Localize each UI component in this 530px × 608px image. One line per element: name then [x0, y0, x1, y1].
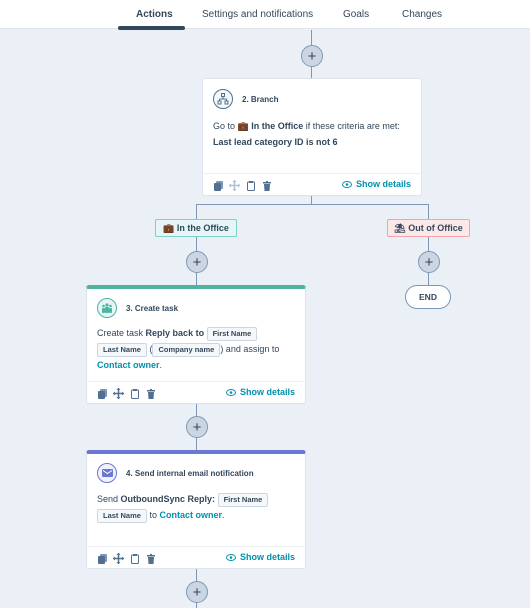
- add-action-button[interactable]: +: [301, 45, 323, 67]
- add-action-button[interactable]: +: [418, 251, 440, 273]
- delete-icon[interactable]: [145, 388, 156, 399]
- connector-line: [311, 196, 312, 204]
- card-footer: Show details: [203, 173, 421, 195]
- show-details-label: Show details: [239, 552, 295, 562]
- card-description: Go to 💼 In the Office if these criteria …: [213, 119, 413, 150]
- personalization-token: First Name: [206, 327, 258, 341]
- eye-icon: [225, 553, 236, 561]
- personalization-token: Company name: [152, 343, 221, 357]
- branch-label-out-of-office[interactable]: ⛱ Out of Office: [387, 219, 470, 237]
- tab-bar: Actions Settings and notifications Goals…: [0, 0, 530, 30]
- show-details-button[interactable]: Show details: [341, 179, 411, 189]
- tab-settings-and-notifications[interactable]: Settings and notifications: [202, 9, 313, 20]
- branch-name: In the Office: [251, 121, 304, 131]
- add-action-button[interactable]: +: [186, 581, 208, 603]
- branch-label-text: In the Office: [176, 223, 229, 233]
- connector-line: [196, 204, 197, 286]
- end-node: END: [405, 285, 451, 309]
- tab-actions[interactable]: Actions: [136, 9, 173, 20]
- move-icon[interactable]: [113, 553, 124, 564]
- branch-icon: [213, 89, 233, 109]
- send-email-action-card[interactable]: 4. Send internal email notification Send…: [86, 450, 306, 569]
- text: Go to: [213, 121, 236, 131]
- branch-label-text: Out of Office: [408, 223, 463, 233]
- briefcase-icon: 💼: [237, 121, 249, 131]
- task-icon: [97, 298, 117, 318]
- copy-icon[interactable]: [129, 388, 140, 399]
- card-footer: Show details: [87, 546, 305, 568]
- delete-icon[interactable]: [145, 553, 156, 564]
- text: .: [159, 360, 163, 370]
- personalization-token: Last Name: [97, 343, 147, 357]
- copy-icon[interactable]: [129, 553, 140, 564]
- connector-line: [428, 273, 429, 285]
- card-description: Create task Reply back to First Name Las…: [97, 326, 297, 374]
- text: Send: [97, 494, 119, 504]
- eye-icon: [225, 388, 236, 396]
- show-details-label: Show details: [355, 179, 411, 189]
- text: ) and assign to: [220, 344, 280, 354]
- branch-label-in-the-office[interactable]: 💼 In the Office: [155, 219, 237, 237]
- card-footer: Show details: [87, 381, 305, 403]
- contact-owner-link[interactable]: Contact owner: [159, 510, 222, 520]
- contact-owner-link[interactable]: Contact owner: [97, 360, 160, 370]
- email-name: OutboundSync Reply:: [120, 494, 216, 504]
- clone-icon[interactable]: [97, 553, 108, 564]
- branch-split-line: [196, 204, 428, 205]
- move-icon[interactable]: [113, 388, 124, 399]
- show-details-button[interactable]: Show details: [225, 387, 295, 397]
- branch-criteria: Last lead category ID is not 6: [213, 136, 338, 147]
- text: Create task: [97, 328, 144, 338]
- create-task-action-card[interactable]: 3. Create task Create task Reply back to…: [86, 285, 306, 404]
- card-description: Send OutboundSync Reply: First Name Last…: [97, 492, 297, 524]
- tab-changes[interactable]: Changes: [402, 9, 442, 20]
- clone-icon[interactable]: [97, 388, 108, 399]
- branch-action-card[interactable]: 2. Branch Go to 💼 In the Office if these…: [202, 78, 422, 196]
- card-title: 3. Create task: [126, 303, 179, 313]
- add-action-button[interactable]: +: [186, 251, 208, 273]
- briefcase-icon: 💼: [163, 222, 175, 233]
- text: to: [149, 510, 157, 520]
- clone-icon[interactable]: [213, 180, 224, 191]
- text: if these criteria are met:: [305, 121, 400, 131]
- eye-icon: [341, 180, 352, 188]
- tab-goals[interactable]: Goals: [343, 9, 369, 20]
- move-icon[interactable]: [229, 180, 240, 191]
- show-details-button[interactable]: Show details: [225, 552, 295, 562]
- task-name: Reply back to: [145, 328, 205, 338]
- email-icon: [97, 463, 117, 483]
- text: .: [222, 510, 225, 520]
- add-action-button[interactable]: +: [186, 416, 208, 438]
- active-tab-indicator: [118, 26, 185, 30]
- personalization-token: Last Name: [97, 509, 147, 523]
- personalization-token: First Name: [217, 493, 269, 507]
- beach-umbrella-icon: ⛱: [394, 222, 406, 233]
- card-title: 4. Send internal email notification: [126, 468, 254, 478]
- card-title: 2. Branch: [242, 94, 279, 104]
- copy-icon[interactable]: [245, 180, 256, 191]
- show-details-label: Show details: [239, 387, 295, 397]
- delete-icon[interactable]: [261, 180, 272, 191]
